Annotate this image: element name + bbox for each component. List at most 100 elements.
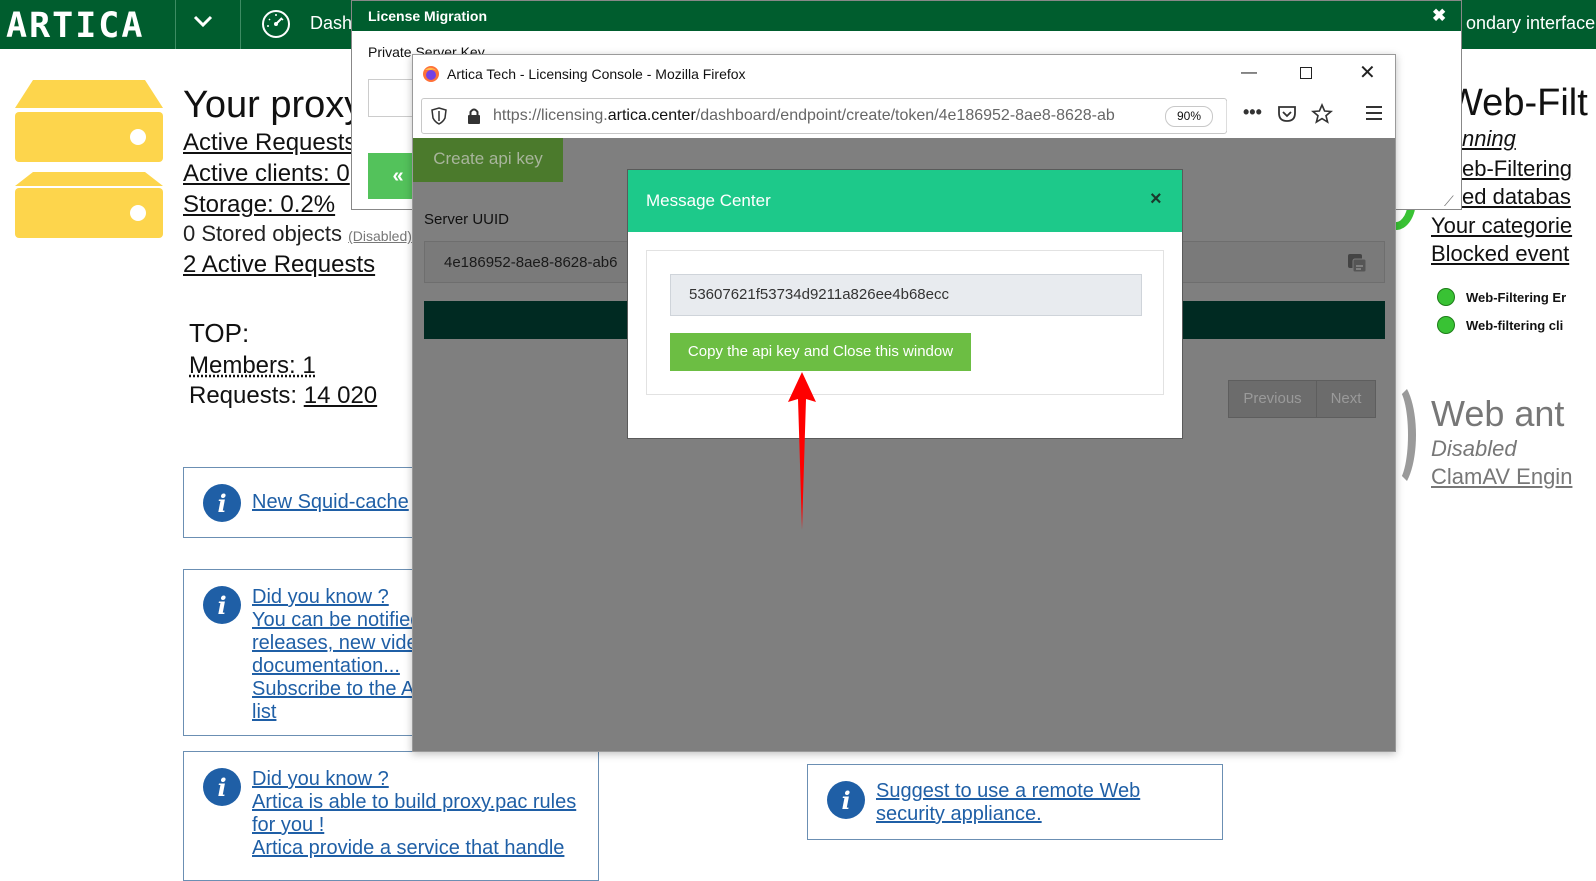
tracking-shield-icon[interactable] — [431, 107, 447, 125]
server-uuid-value: 4e186952-8ae8-8628-ab6 — [444, 254, 618, 271]
requests-label: Requests: — [189, 382, 304, 409]
red-arrow-annotation — [788, 372, 816, 530]
webav-title: Web ant — [1431, 393, 1565, 434]
zoom-level-badge[interactable]: 90% — [1165, 106, 1213, 127]
card-line[interactable]: New Squid-cache — [252, 491, 409, 514]
webfiltering-database-link[interactable]: ed databas — [1462, 184, 1571, 210]
server-uuid-label: Server UUID — [424, 211, 510, 228]
storage-link[interactable]: Storage: 0.2% — [183, 191, 335, 219]
navbar-divider — [175, 0, 176, 49]
next-button[interactable]: Next — [1316, 380, 1376, 418]
svg-text:i: i — [217, 773, 226, 802]
copy-clipboard-icon[interactable] — [1346, 252, 1368, 274]
members-count: Members: 1 — [189, 352, 316, 379]
card-line[interactable]: documentation... — [252, 655, 421, 678]
webfiltering-client-status: Web-filtering cli — [1466, 318, 1564, 333]
info-card-squid: i New Squid-cache — [183, 467, 423, 538]
card-line[interactable]: for you ! — [252, 814, 576, 837]
card-squid-text[interactable]: New Squid-cache — [252, 491, 409, 514]
copy-api-key-close-button[interactable]: Copy the api key and Close this window — [670, 333, 971, 371]
firefox-window: Artica Tech - Licensing Console - Mozill… — [412, 54, 1396, 752]
modal-panel: 53607621f53734d9211a826ee4b68ecc Copy th… — [646, 250, 1164, 395]
pocket-icon[interactable] — [1277, 104, 1297, 124]
svg-text:i: i — [841, 786, 850, 815]
card-notify-text[interactable]: Did you know ? You can be notified relea… — [252, 586, 421, 724]
url-bar[interactable]: https://licensing.artica.center/dashboar… — [421, 98, 1227, 134]
card-line[interactable]: Did you know ? — [252, 586, 421, 609]
svg-text:i: i — [217, 489, 226, 518]
active-clients-link[interactable]: Active clients: 0 — [183, 160, 350, 188]
info-card-suggest: i Suggest to use a remote Web security a… — [807, 764, 1223, 840]
page-content-overlay: Create api key Server UUID 4e186952-8ae8… — [413, 138, 1395, 751]
dashboard-gauge-icon[interactable] — [261, 9, 291, 39]
card-line[interactable]: Suggest to use a remote Web — [876, 780, 1140, 803]
active-requests-count-link[interactable]: 2 Active Requests — [183, 251, 375, 279]
webfiltering-engine-status: Web-Filtering Er — [1466, 290, 1567, 305]
info-icon: i — [827, 781, 865, 819]
nav-secondary-interface[interactable]: ondary interface — [1466, 13, 1595, 34]
card-line[interactable]: Artica is able to build proxy.pac rules — [252, 791, 576, 814]
window-title: Artica Tech - Licensing Console - Mozill… — [447, 66, 746, 82]
webfiltering-blocked-link[interactable]: Blocked event — [1431, 241, 1569, 267]
clamav-engine-link[interactable]: ClamAV Engin — [1431, 464, 1572, 490]
dialog-header — [352, 1, 1461, 31]
card-line[interactable]: Did you know ? — [252, 768, 576, 791]
card-line[interactable]: You can be notified — [252, 609, 421, 632]
server-icon — [15, 80, 163, 238]
create-api-key-button[interactable]: Create api key — [413, 138, 563, 182]
svg-text:i: i — [217, 591, 226, 620]
lock-icon[interactable] — [466, 107, 482, 125]
requests-count: Requests: 14 020 — [189, 382, 377, 410]
chevron-down-icon[interactable] — [192, 10, 214, 32]
modal-close-button[interactable]: × — [1150, 188, 1162, 211]
window-close-button[interactable]: ✕ — [1359, 60, 1376, 85]
url-prefix: https://licensing. — [493, 107, 608, 124]
minimize-button[interactable]: — — [1241, 64, 1257, 82]
info-icon: i — [203, 586, 241, 624]
card-line[interactable]: list — [252, 701, 421, 724]
status-ok-icon — [1437, 288, 1455, 306]
hamburger-menu-icon[interactable] — [1365, 105, 1383, 121]
info-card-notify: i Did you know ? You can be notified rel… — [183, 569, 423, 736]
status-ok-icon — [1437, 316, 1455, 334]
info-icon: i — [203, 768, 241, 806]
webfiltering-running[interactable]: nning — [1462, 126, 1516, 152]
info-card-pac: i Did you know ? Artica is able to build… — [183, 751, 599, 881]
proxy-title: Your proxy — [183, 84, 364, 126]
page-actions-icon[interactable]: ••• — [1243, 102, 1262, 123]
url-text[interactable]: https://licensing.artica.center/dashboar… — [493, 107, 1159, 125]
toolbar-divider — [1226, 101, 1227, 131]
stored-objects-count: 0 Stored objects — [183, 221, 342, 246]
navbar-divider — [240, 0, 241, 49]
stored-objects: 0 Stored objects (Disabled) — [183, 221, 412, 247]
top-label: TOP: — [189, 318, 250, 348]
resize-handle-icon[interactable]: ⟋ — [1444, 193, 1454, 210]
url-domain: artica.center — [607, 107, 696, 124]
url-path: /dashboard/endpoint/create/token/4e18695… — [695, 107, 1115, 124]
modal-title: Message Center — [646, 191, 771, 210]
message-center-modal: Message Center × 53607621f53734d9211a826… — [627, 169, 1183, 439]
webfiltering-title: Web-Filt — [1447, 82, 1588, 124]
card-line[interactable]: Artica provide a service that handle — [252, 837, 576, 860]
card-pac-text[interactable]: Did you know ? Artica is able to build p… — [252, 768, 576, 860]
nav-dashboard[interactable]: Dash — [310, 13, 352, 34]
webfiltering-link[interactable]: eb-Filtering — [1462, 156, 1572, 182]
active-requests-link[interactable]: Active Requests — [183, 129, 356, 157]
artica-logo[interactable]: ARTICA — [6, 6, 144, 46]
webav-disabled: Disabled — [1431, 436, 1517, 461]
requests-value-link[interactable]: 14 020 — [304, 382, 377, 409]
card-line[interactable]: Subscribe to the A — [252, 678, 421, 701]
firefox-logo-icon — [423, 66, 439, 82]
dialog-close-button[interactable]: ✖ — [1432, 6, 1446, 26]
card-line[interactable]: security appliance. — [876, 803, 1140, 826]
info-icon: i — [203, 484, 241, 522]
bookmark-star-icon[interactable] — [1311, 103, 1333, 125]
webfiltering-categories-link[interactable]: Your categorie — [1431, 213, 1572, 239]
card-suggest-text[interactable]: Suggest to use a remote Web security app… — [876, 780, 1140, 826]
api-key-field[interactable]: 53607621f53734d9211a826ee4b68ecc — [670, 274, 1142, 316]
dialog-title: License Migration — [368, 8, 488, 24]
card-line[interactable]: releases, new vide — [252, 632, 421, 655]
maximize-button[interactable] — [1300, 67, 1312, 79]
stored-disabled-link[interactable]: (Disabled) — [348, 228, 412, 244]
previous-button[interactable]: Previous — [1228, 380, 1317, 418]
